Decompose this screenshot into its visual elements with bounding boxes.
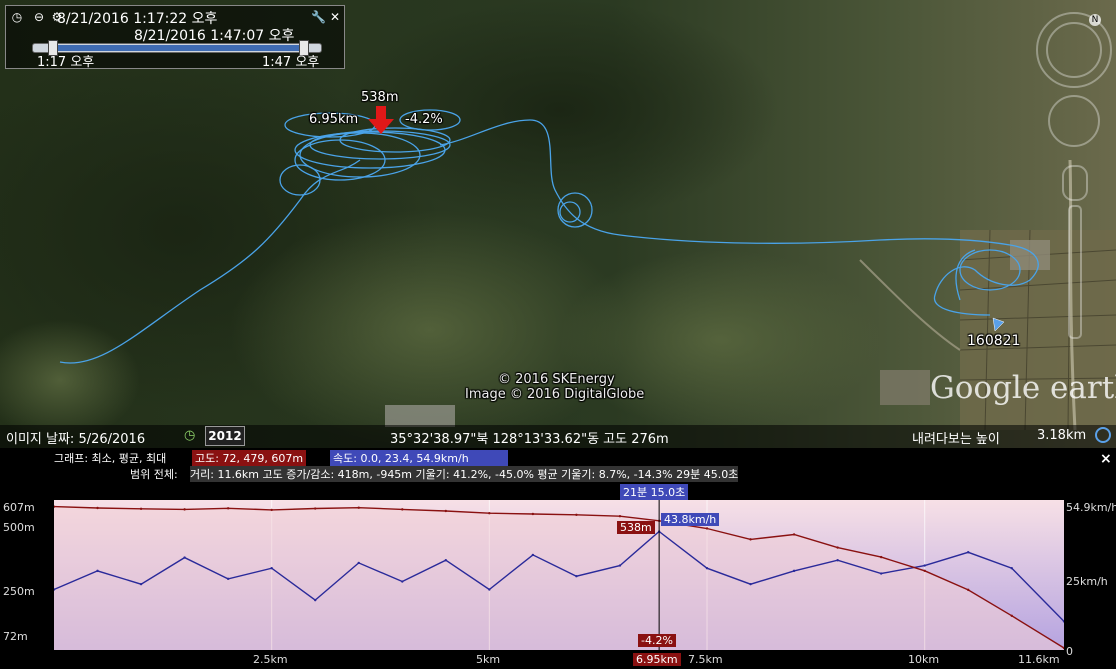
x-tick: 10km — [908, 653, 940, 666]
street-view-icon[interactable] — [1062, 165, 1088, 201]
cursor-altitude-tag: 538m — [617, 521, 655, 534]
cursor-speed-tag: 43.8km/h — [661, 513, 720, 526]
speed-point — [705, 567, 709, 570]
point-altitude: 538m — [361, 90, 399, 105]
altitude-point — [444, 509, 448, 513]
altitude-point — [792, 533, 796, 536]
speed-point — [357, 561, 360, 565]
speed-point — [792, 569, 796, 573]
compass-north-icon[interactable]: N — [1089, 14, 1101, 26]
y-tick-alt: 72m — [3, 630, 28, 643]
status-bar: 이미지 날짜: 5/26/2016 ◷ 2012 35°32'38.97"북 1… — [0, 425, 1116, 448]
speed-point — [444, 559, 448, 562]
move-joystick[interactable] — [1048, 95, 1100, 147]
altitude-point — [96, 506, 99, 510]
x-tick: 5km — [476, 653, 501, 666]
view-altitude-value: 3.18km — [1037, 428, 1087, 443]
x-tick: 7.5km — [688, 653, 723, 666]
close-panel-button[interactable]: × — [1100, 451, 1112, 467]
altitude-point — [618, 514, 622, 518]
elevation-profile-panel[interactable]: 그래프: 최소, 평균, 최대 고도: 72, 479, 607m 속도: 0.… — [0, 448, 1116, 669]
altitude-point — [270, 508, 273, 512]
point-distance: 6.95km — [309, 112, 359, 127]
speed-point — [139, 582, 143, 586]
speed-point — [879, 572, 883, 575]
range-label: 범위 전체: — [130, 468, 178, 481]
altitude-stats[interactable]: 고도: 72, 479, 607m — [192, 450, 307, 466]
altitude-point — [1010, 614, 1013, 617]
time-slider[interactable]: ◷ ⊖ ⚙ 🔧 ✕ 8/21/2016 1:17:22 오후 8/21/2016… — [5, 5, 345, 70]
look-ring[interactable] — [1046, 22, 1102, 78]
altitude-point — [705, 527, 709, 530]
clock-icon[interactable]: ◷ — [10, 10, 24, 24]
speed-point — [749, 582, 752, 586]
altitude-point — [967, 588, 970, 592]
start-label: 1:17 오후 — [37, 55, 95, 70]
map-view[interactable]: ◷ ⊖ ⚙ 🔧 ✕ 8/21/2016 1:17:22 오후 8/21/2016… — [0, 0, 1116, 448]
x-tick: 2.5km — [253, 653, 288, 666]
end-label: 1:47 오후 — [262, 55, 320, 70]
placemark-label[interactable]: 160821 — [967, 333, 1020, 349]
altitude-point — [923, 569, 926, 572]
altitude-point — [836, 546, 839, 549]
altitude-point — [749, 538, 752, 541]
speed-point — [401, 580, 404, 583]
copyright-skenergy: © 2016 SKEnergy — [498, 372, 615, 387]
altitude-point — [488, 511, 491, 515]
speed-point — [923, 564, 926, 567]
graph-stats-label: 그래프: 최소, 평균, 최대 — [54, 452, 167, 465]
speed-point — [314, 598, 317, 602]
x-tick: 11.6km — [1018, 653, 1060, 666]
y-tick-alt: 500m — [3, 521, 35, 534]
elapsed-time-badge: 21분 15.0초 — [620, 484, 689, 500]
altitude-point — [139, 507, 143, 511]
altitude-point — [531, 512, 535, 516]
speed-point — [531, 553, 535, 557]
speed-point — [183, 556, 186, 559]
copyright-digitalglobe: Image © 2016 DigitalGlobe — [465, 387, 645, 402]
altitude-point — [575, 513, 578, 517]
zoom-out-icon[interactable]: ⊖ — [32, 10, 46, 24]
cursor-distance-tag: 6.95km — [633, 653, 681, 666]
y-tick-alt: 250m — [3, 585, 35, 598]
coordinates: 35°32'38.97"북 128°13'33.62"동 고도 276m — [390, 432, 669, 447]
y-tick-speed: 54.9km/h — [1066, 501, 1116, 514]
history-clock-icon[interactable]: ◷ — [184, 428, 195, 443]
view-altitude-label: 내려다보는 높이 — [912, 432, 1000, 447]
speed-point — [575, 574, 578, 578]
altitude-point — [226, 507, 230, 510]
altitude-point — [314, 507, 317, 510]
point-grade: -4.2% — [405, 112, 443, 127]
altitude-point — [357, 506, 360, 509]
speed-point — [1010, 567, 1013, 570]
speed-point — [618, 564, 622, 567]
speed-point — [96, 569, 99, 573]
range-stats: 거리: 11.6km 고도 증가/감소: 418m, -945m 기울기: 41… — [190, 466, 739, 482]
y-tick-speed: 0 — [1066, 645, 1073, 658]
speed-point — [270, 567, 273, 570]
loading-indicator-icon — [1095, 427, 1111, 443]
zoom-slider[interactable] — [1068, 205, 1082, 339]
cursor-grade-tag: -4.2% — [638, 634, 676, 647]
end-datetime: 8/21/2016 1:47:07 오후 — [134, 28, 295, 44]
altitude-point — [183, 508, 186, 511]
altitude-point — [879, 555, 883, 559]
wrench-icon[interactable]: 🔧 — [311, 10, 326, 24]
image-date: 이미지 날짜: 5/26/2016 — [6, 432, 146, 447]
elevation-chart[interactable] — [54, 500, 1064, 650]
close-icon[interactable]: ✕ — [328, 10, 342, 24]
y-tick-alt: 607m — [3, 501, 35, 514]
speed-stats[interactable]: 속도: 0.0, 23.4, 54.9km/h — [330, 450, 508, 466]
speed-point — [488, 588, 491, 591]
speed-point — [836, 559, 839, 562]
year-button[interactable]: 2012 — [205, 426, 245, 446]
altitude-point — [401, 508, 404, 511]
y-tick-speed: 25km/h — [1066, 575, 1108, 588]
speed-point — [967, 551, 970, 554]
speed-point — [226, 577, 230, 581]
google-earth-logo: Google earth — [930, 370, 1116, 406]
